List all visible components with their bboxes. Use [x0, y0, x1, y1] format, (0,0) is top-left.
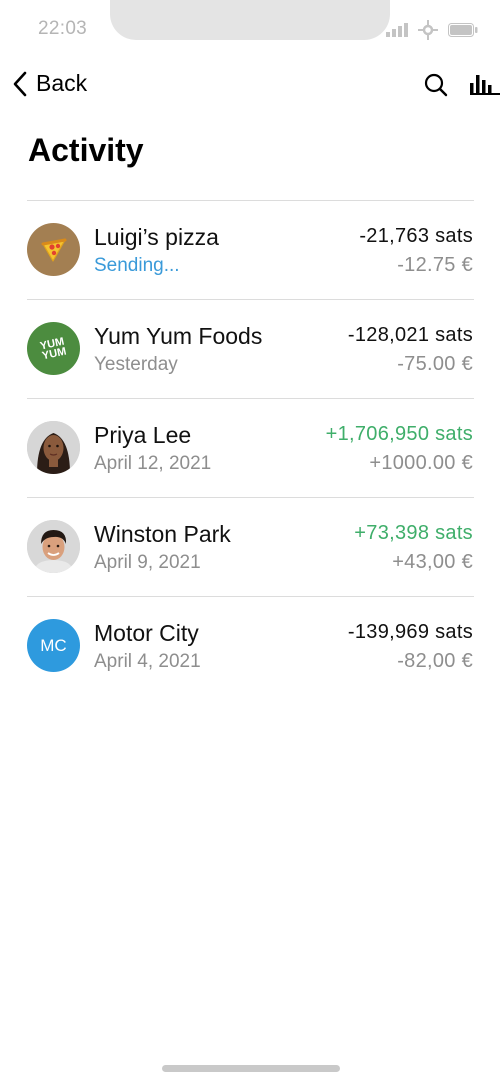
amount-sats: -139,969 sats	[347, 621, 473, 643]
activity-name: Yum Yum Foods	[94, 323, 263, 349]
amount-fiat: -12.75 €	[397, 254, 473, 276]
activity-name: Motor City	[94, 620, 199, 646]
activity-date: April 4, 2021	[94, 651, 201, 672]
status-time: 22:03	[38, 18, 88, 39]
search-button[interactable]	[424, 73, 448, 102]
person-photo	[27, 421, 80, 474]
amount-sats: +73,398 sats	[354, 522, 473, 544]
avatar: YUM YUM	[27, 322, 80, 375]
amount-sats: +1,706,950 sats	[325, 423, 473, 445]
avatar	[27, 421, 80, 474]
notch	[110, 0, 390, 40]
activity-name: Winston Park	[94, 521, 231, 547]
avatar	[27, 520, 80, 573]
yum-yum-logo: YUM YUM	[39, 335, 68, 362]
activity-row[interactable]: MC Motor City April 4, 2021 -139,969 sat…	[0, 597, 500, 696]
search-icon	[424, 73, 448, 97]
page-title: Activity	[28, 132, 144, 168]
amount-sats: -21,763 sats	[359, 225, 473, 247]
amount-fiat: -82,00 €	[397, 650, 473, 672]
avatar: MC	[27, 619, 80, 672]
activity-list: Luigi’s pizza Sending... -21,763 sats -1…	[0, 201, 500, 696]
status-icons	[386, 20, 478, 40]
status-bar: 22:03	[0, 0, 500, 50]
pizza-icon	[41, 238, 66, 262]
activity-row[interactable]: Luigi’s pizza Sending... -21,763 sats -1…	[0, 201, 500, 300]
home-indicator	[162, 1065, 340, 1072]
amount-fiat: -75.00 €	[397, 353, 473, 375]
wifi-icon	[418, 20, 438, 40]
amount-sats: -128,021 sats	[347, 324, 473, 346]
bar-chart-icon	[470, 75, 500, 95]
avatar	[27, 223, 80, 276]
activity-date: Yesterday	[94, 354, 178, 375]
activity-name: Priya Lee	[94, 422, 192, 448]
avatar-initials: MC	[40, 635, 67, 655]
nav-bar: Back	[0, 60, 500, 110]
back-button[interactable]: Back	[12, 70, 87, 97]
stats-button[interactable]	[470, 73, 500, 100]
activity-date: April 12, 2021	[94, 453, 212, 474]
amount-fiat: +1000.00 €	[369, 452, 473, 474]
person-photo	[27, 520, 80, 573]
activity-row[interactable]: Priya Lee April 12, 2021 +1,706,950 sats…	[0, 399, 500, 498]
amount-fiat: +43,00 €	[392, 551, 473, 573]
chevron-left-icon	[13, 71, 27, 96]
signal-icon	[386, 23, 408, 37]
activity-row[interactable]: Winston Park April 9, 2021 +73,398 sats …	[0, 498, 500, 597]
battery-icon	[448, 23, 478, 37]
activity-row[interactable]: YUM YUM Yum Yum Foods Yesterday -128,021…	[0, 300, 500, 399]
activity-name: Luigi’s pizza	[94, 224, 219, 250]
activity-date: April 9, 2021	[94, 552, 201, 573]
activity-status: Sending...	[94, 255, 180, 276]
back-label: Back	[36, 70, 88, 96]
